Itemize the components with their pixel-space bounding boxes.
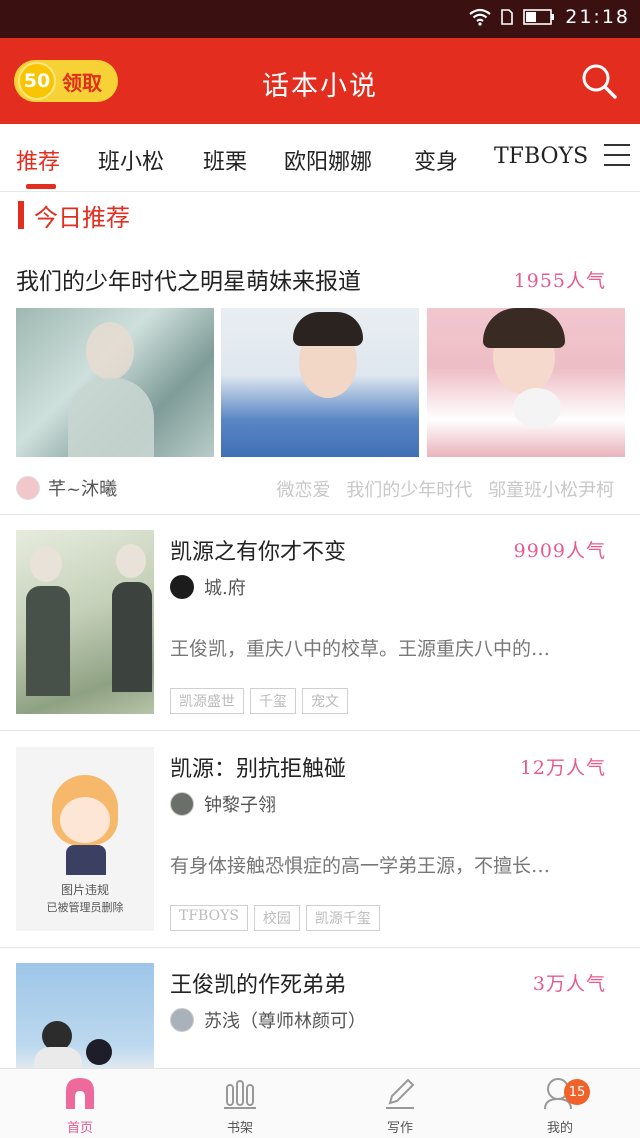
book-list-item[interactable]: 王俊凯的作死弟弟 3万人气 苏浅（尊师林颜可） (0, 963, 640, 1068)
cover-violation-line2: 已被管理员删除 (46, 901, 124, 914)
cover-violation-line1: 图片违规 (60, 883, 109, 897)
tab-ouyang-nana[interactable]: 欧阳娜娜 (284, 144, 372, 176)
author-avatar (170, 1008, 194, 1032)
section-title: 今日推荐 (34, 203, 130, 232)
book-tag[interactable]: TFBOYS (170, 905, 248, 931)
book-list-item[interactable]: 图片违规 已被管理员删除 凯源：别抗拒触碰 12万人气 钟黎子翎 有身体接触恐惧… (0, 747, 640, 947)
section-header: 今日推荐 (18, 200, 130, 232)
author-name[interactable]: 苏浅（尊师林颜可） (204, 1007, 366, 1033)
wifi-icon (469, 8, 491, 26)
bookshelf-icon (224, 1080, 256, 1109)
tab-ban-xiaosong[interactable]: 班小松 (98, 144, 164, 176)
book-title[interactable]: 凯源之有你才不变 (170, 534, 346, 566)
featured-title[interactable]: 我们的少年时代之明星萌妹来报道 (16, 262, 361, 296)
author-avatar (170, 575, 194, 599)
book-tag[interactable]: 校园 (253, 905, 300, 931)
home-icon (66, 1078, 94, 1109)
pencil-icon (386, 1078, 415, 1109)
notification-badge: 15 (564, 1079, 590, 1105)
book-tag[interactable]: 千玺 (250, 688, 296, 714)
category-tabs: 推荐 班小松 班栗 欧阳娜娜 变身 TFBOYS (0, 124, 640, 192)
nav-write[interactable]: 写作 (360, 1075, 440, 1136)
tab-recommend[interactable]: 推荐 (16, 144, 60, 176)
featured-tags: 微恋爱 我们的少年时代 邬童班小松尹柯 (277, 476, 614, 502)
search-icon[interactable] (580, 62, 618, 100)
author-name[interactable]: 钟黎子翎 (204, 791, 276, 817)
section-marker (18, 201, 24, 229)
nav-profile[interactable]: 15 我的 (520, 1075, 600, 1136)
book-cover: 图片违规 已被管理员删除 (16, 747, 154, 931)
menu-icon[interactable] (604, 144, 630, 168)
book-author: 钟黎子翎 (170, 791, 276, 817)
book-description: 王俊凯，重庆八中的校草。王源重庆八中的… (170, 638, 551, 660)
author-name[interactable]: 城.府 (204, 574, 246, 600)
bottom-navigation: 首页 书架 写作 15 我的 (0, 1068, 640, 1138)
featured-tag[interactable]: 邬童班小松尹柯 (488, 480, 614, 501)
featured-popularity: 1955人气 (513, 270, 606, 292)
book-cover (16, 963, 154, 1068)
book-popularity: 9909人气 (513, 540, 606, 562)
battery-icon (523, 9, 555, 25)
author-avatar (170, 792, 194, 816)
featured-meta: 芊~沐曦 微恋爱 我们的少年时代 邬童班小松尹柯 (16, 473, 624, 503)
nav-home[interactable]: 首页 (40, 1075, 120, 1136)
nav-label: 书架 (226, 1121, 253, 1136)
book-cover (16, 530, 154, 714)
divider (0, 947, 640, 948)
book-title[interactable]: 王俊凯的作死弟弟 (170, 967, 346, 999)
book-popularity: 12万人气 (519, 757, 606, 779)
app-header: 50 领取 话本小说 (0, 38, 640, 124)
nav-label: 我的 (546, 1121, 573, 1136)
tab-tfboys[interactable]: TFBOYS (494, 144, 588, 169)
book-tags: 凯源盛世 千玺 宠文 (170, 688, 348, 714)
active-tab-indicator (26, 184, 56, 189)
book-description: 有身体接触恐惧症的高一学弟王源，不擅长… (170, 855, 551, 877)
clock: 21:18 (565, 6, 630, 28)
nav-label: 写作 (386, 1121, 413, 1136)
tab-transform[interactable]: 变身 (414, 144, 458, 176)
book-tag[interactable]: 宠文 (302, 688, 348, 714)
sim-card-icon (501, 9, 514, 25)
book-title[interactable]: 凯源：别抗拒触碰 (170, 751, 346, 783)
book-tag[interactable]: 凯源盛世 (170, 688, 244, 714)
featured-tag[interactable]: 微恋爱 (277, 480, 331, 501)
book-tags: TFBOYS 校园 凯源千玺 (170, 905, 380, 931)
tab-ban-li[interactable]: 班栗 (203, 144, 247, 176)
book-author: 城.府 (170, 574, 246, 600)
featured-image-1[interactable] (16, 308, 214, 457)
app-title: 话本小说 (262, 71, 378, 102)
divider (0, 730, 640, 731)
status-bar: 21:18 (0, 0, 640, 38)
book-tag[interactable]: 凯源千玺 (305, 905, 380, 931)
author-avatar (16, 476, 40, 500)
book-author: 苏浅（尊师林颜可） (170, 1007, 366, 1033)
featured-author[interactable]: 芊~沐曦 (48, 475, 117, 501)
nav-bookshelf[interactable]: 书架 (200, 1075, 280, 1136)
book-popularity: 3万人气 (532, 973, 606, 995)
book-list-item[interactable]: 凯源之有你才不变 9909人气 城.府 王俊凯，重庆八中的校草。王源重庆八中的…… (0, 530, 640, 730)
divider (0, 514, 640, 515)
nav-label: 首页 (66, 1121, 93, 1136)
featured-image-3[interactable] (427, 308, 625, 457)
featured-tag[interactable]: 我们的少年时代 (346, 480, 472, 501)
featured-image-2[interactable] (221, 308, 419, 457)
